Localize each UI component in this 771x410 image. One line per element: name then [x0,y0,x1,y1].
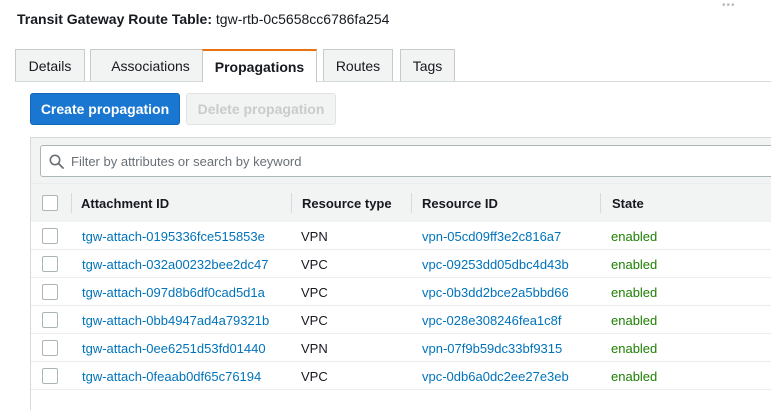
attachment-id-link[interactable]: tgw-attach-0feaab0df65c76194 [82,362,261,390]
tab-bar: Details Associations Propagations Routes… [15,49,771,82]
attachment-id-link[interactable]: tgw-attach-0195336fce515853e [82,222,265,250]
attachment-id-link[interactable]: tgw-attach-032a00232bee2dc47 [82,250,268,278]
column-header-attachment-id[interactable]: Attachment ID [81,184,169,222]
select-all-checkbox[interactable] [42,195,58,211]
tab-routes[interactable]: Routes [323,49,393,81]
column-separator [411,193,412,213]
tab-baseline [15,81,771,82]
column-header-resource-id[interactable]: Resource ID [422,184,498,222]
state-value: enabled [611,340,658,356]
resource-type: VPC [301,368,328,384]
resource-id-link[interactable]: vpc-09253dd05dbc4d43b [422,250,569,278]
resource-type: VPN [301,340,328,356]
attachment-id-link[interactable]: tgw-attach-097d8b6df0cad5d1a [82,278,265,306]
tab-propagations[interactable]: Propagations [202,49,317,82]
page-title-label: Transit Gateway Route Table: [17,11,213,27]
table-row[interactable]: tgw-attach-0ee6251d53fd01440 VPN vpn-07f… [31,334,771,362]
table-header: Attachment ID Resource type Resource ID … [31,183,771,222]
table-row[interactable]: tgw-attach-0195336fce515853e VPN vpn-05c… [31,222,771,250]
row-checkbox[interactable] [42,340,58,356]
attachment-id-link[interactable]: tgw-attach-0ee6251d53fd01440 [82,334,266,362]
tab-details[interactable]: Details [15,49,85,81]
resource-type: VPC [301,256,328,272]
row-checkbox[interactable] [42,368,58,384]
state-value: enabled [611,368,658,384]
table-row[interactable]: tgw-attach-0bb4947ad4a79321b VPC vpc-028… [31,306,771,334]
state-value: enabled [611,284,658,300]
state-value: enabled [611,312,658,328]
column-separator [291,193,292,213]
resource-type: VPC [301,284,328,300]
row-checkbox[interactable] [42,256,58,272]
propagations-table-panel: Filter by attributes or search by keywor… [30,137,771,410]
table-row[interactable]: tgw-attach-097d8b6df0cad5d1a VPC vpc-0b3… [31,278,771,306]
resource-id-link[interactable]: vpc-0b3dd2bce2a5bbd66 [422,278,569,306]
tab-associations[interactable]: Associations [90,49,211,81]
resource-id-link[interactable]: vpc-028e308246fea1c8f [422,306,562,334]
table-row[interactable]: tgw-attach-032a00232bee2dc47 VPC vpc-092… [31,250,771,278]
table-body: tgw-attach-0195336fce515853e VPN vpn-05c… [31,222,771,410]
table-row[interactable]: tgw-attach-0feaab0df65c76194 VPC vpc-0db… [31,362,771,390]
state-value: enabled [611,228,658,244]
resource-type: VPN [301,228,328,244]
row-checkbox[interactable] [42,284,58,300]
more-options-icon[interactable]: ••• [722,0,736,11]
column-header-state[interactable]: State [612,184,644,222]
state-value: enabled [611,256,658,272]
filter-input[interactable]: Filter by attributes or search by keywor… [40,145,771,177]
row-checkbox[interactable] [42,312,58,328]
resource-id-link[interactable]: vpn-05cd09ff3e2c816a7 [422,222,561,250]
delete-propagation-button[interactable]: Delete propagation [186,93,336,125]
row-checkbox[interactable] [42,228,58,244]
attachment-id-link[interactable]: tgw-attach-0bb4947ad4a79321b [82,306,269,334]
filter-placeholder: Filter by attributes or search by keywor… [71,153,302,169]
resource-type: VPC [301,312,328,328]
column-header-resource-type[interactable]: Resource type [302,184,392,222]
column-separator [71,193,72,213]
search-icon [49,153,65,169]
resource-id-link[interactable]: vpn-07f9b59dc33bf9315 [422,334,562,362]
tab-tags[interactable]: Tags [400,49,455,81]
resource-id-link[interactable]: vpc-0db6a0dc2ee27e3eb [422,362,569,390]
column-separator [600,193,601,213]
create-propagation-button[interactable]: Create propagation [30,93,180,125]
page-title-value: tgw-rtb-0c5658cc6786fa254 [215,11,390,27]
page-title: Transit Gateway Route Table: tgw-rtb-0c5… [17,11,389,27]
